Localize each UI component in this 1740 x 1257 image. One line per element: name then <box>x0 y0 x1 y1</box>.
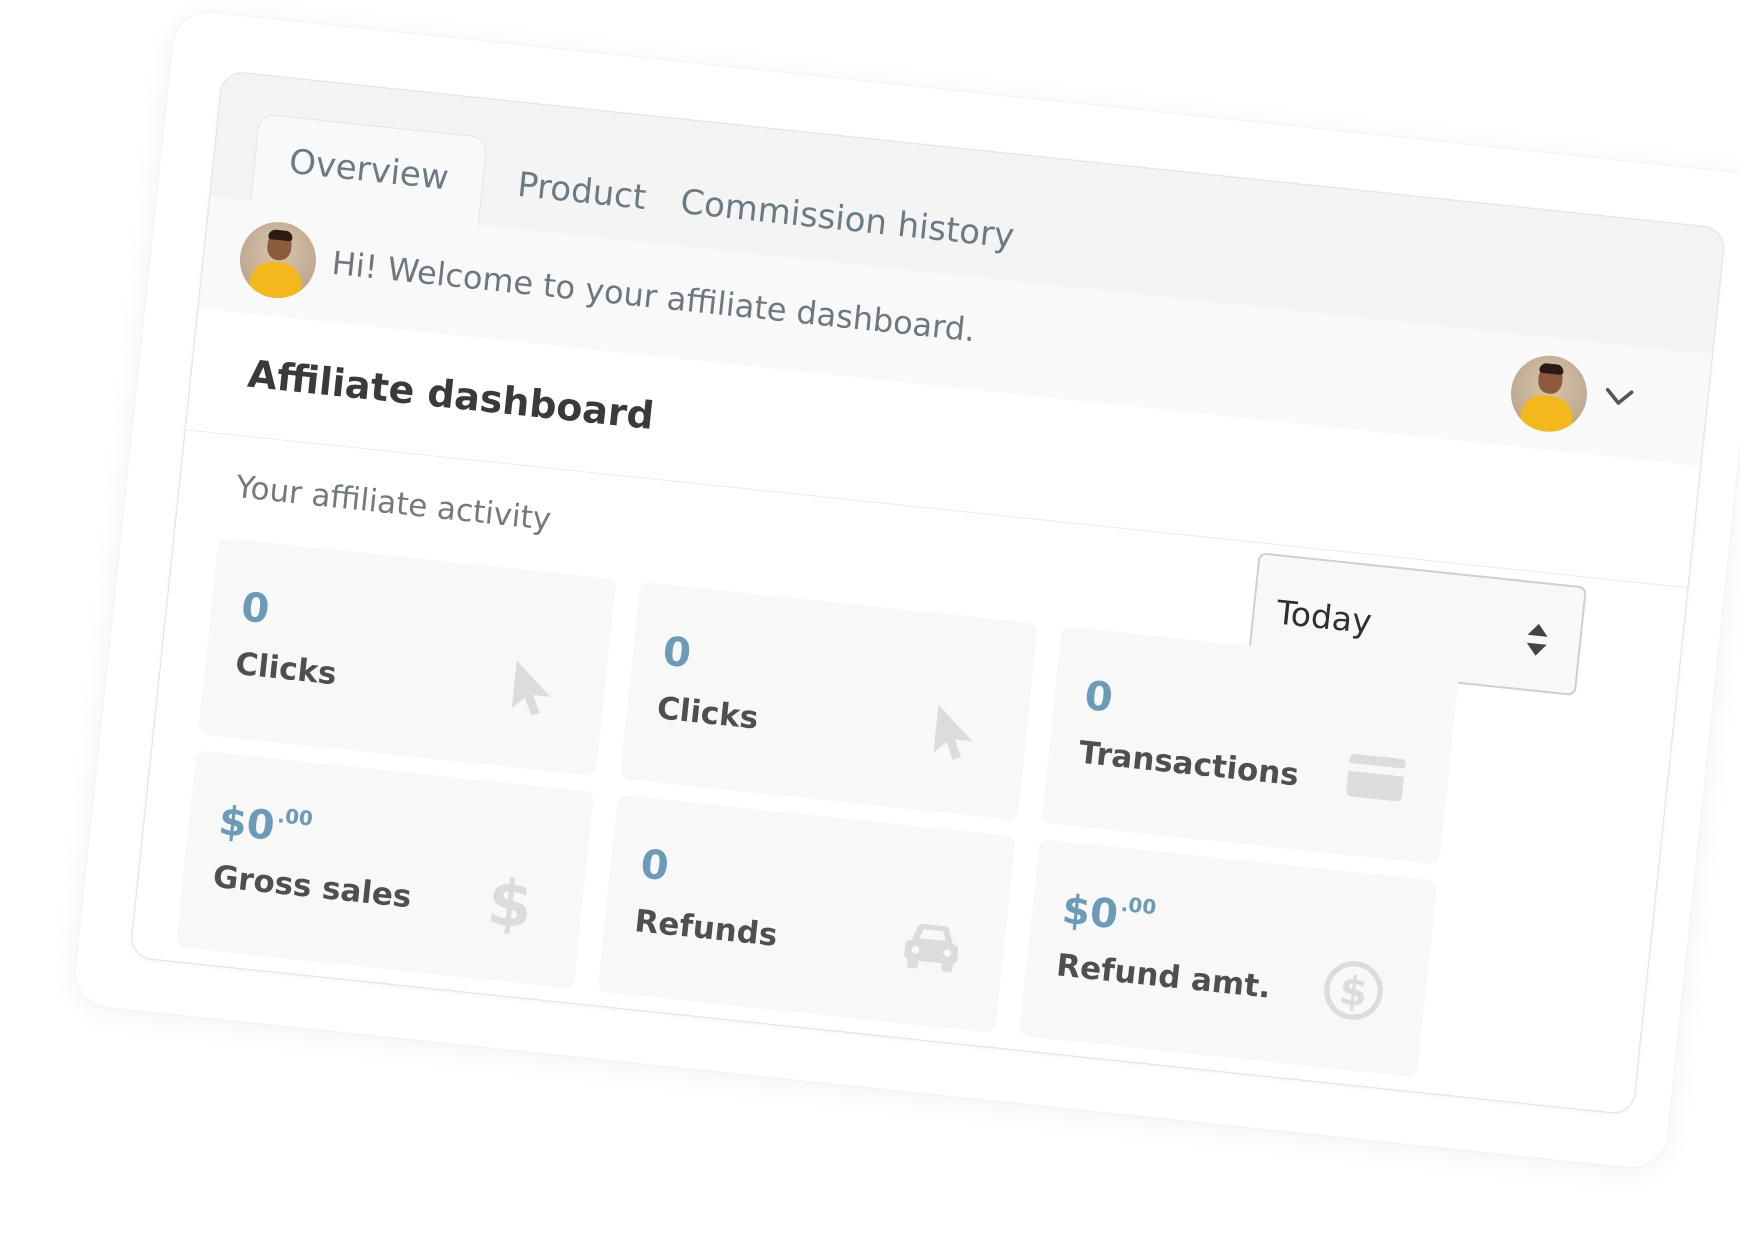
app-window: Overview Product Commission history Hi! … <box>129 70 1727 1116</box>
activity-label: Your affiliate activity <box>234 469 553 538</box>
dollar-circle-icon: $ <box>1324 961 1383 1020</box>
stat-card-refund-amount: $0.00 Refund amt. $ <box>1018 838 1438 1078</box>
stat-value: $0.00 <box>216 798 315 850</box>
stat-card-gross-sales: $0.00 Gross sales $ <box>175 750 595 989</box>
dashboard-preview-card: Overview Product Commission history Hi! … <box>72 9 1740 1171</box>
select-arrows-icon <box>1526 623 1548 656</box>
stat-card-clicks: 0 Clicks <box>619 581 1039 821</box>
dollar-sign-icon: $ <box>484 867 536 937</box>
stat-label: Clicks <box>233 645 339 693</box>
cursor-icon <box>511 660 551 716</box>
stat-card-transactions: 0 Transactions <box>1041 626 1460 865</box>
stat-card-refunds: 0 Refunds <box>597 794 1016 1034</box>
period-select-value: Today <box>1274 592 1374 642</box>
stat-value: 0 <box>1082 672 1115 722</box>
cursor-icon <box>933 704 973 761</box>
stage: Overview Product Commission history Hi! … <box>0 0 1740 1257</box>
stat-label: Gross sales <box>211 858 414 916</box>
stat-value: 0 <box>638 841 671 891</box>
stat-card-clicks: 0 Clicks <box>197 537 617 777</box>
stat-label: Transactions <box>1077 734 1301 794</box>
stat-value: $0.00 <box>1059 886 1158 939</box>
stat-label: Refunds <box>632 903 780 954</box>
stat-value: 0 <box>239 584 272 633</box>
user-avatar[interactable] <box>1507 351 1591 436</box>
chevron-down-icon[interactable] <box>1599 377 1639 417</box>
page-title: Affiliate dashboard <box>245 351 657 439</box>
avatar <box>236 218 320 302</box>
stat-label: Clicks <box>655 690 760 737</box>
svg-text:$: $ <box>1337 968 1369 1017</box>
car-icon <box>904 923 959 973</box>
credit-card-icon <box>1346 754 1406 802</box>
svg-text:$: $ <box>484 867 536 937</box>
stat-value: 0 <box>660 628 694 678</box>
stat-label: Refund amt. <box>1054 947 1273 1006</box>
